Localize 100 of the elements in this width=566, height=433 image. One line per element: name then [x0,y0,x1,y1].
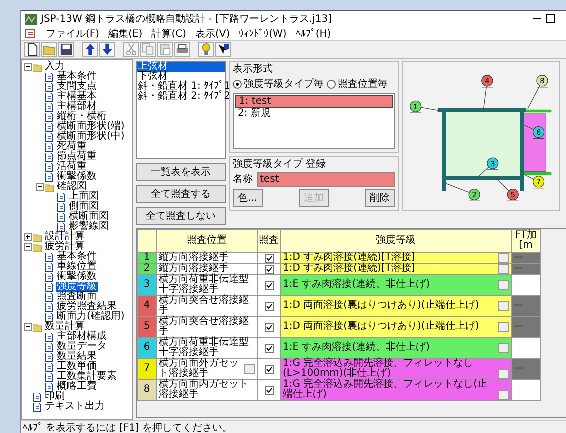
grade-text: 1:E すみ肉溶接(連続、非仕上げ) [283,343,432,353]
checkbox[interactable] [264,364,274,374]
checkbox[interactable] [264,344,274,352]
tree-item[interactable]: 横断面図 [68,212,110,222]
page-icon [45,162,54,172]
up-arrow-button[interactable] [82,42,98,57]
page-icon [45,382,54,392]
tree-item[interactable]: 疲労計算 [44,242,86,252]
tree-item[interactable]: 疲労照査結果 [56,302,118,312]
collapse-icon[interactable] [24,243,32,251]
tree-item[interactable]: 衝撃係数 [56,272,98,282]
register-button[interactable]: 色... [233,189,263,207]
tree-item[interactable]: 数量計算 [44,322,86,332]
member-item[interactable]: 上弦材 [137,62,225,72]
tree-item[interactable]: 入力 [44,62,66,72]
checkbox[interactable] [264,264,274,274]
checkbox[interactable] [264,386,274,394]
print-button[interactable] [174,42,190,57]
page-icon [45,372,54,382]
tree-item[interactable]: 数量データ [56,342,108,352]
grade-type-item[interactable]: 2: 新規 [235,108,393,119]
tree-item[interactable]: 設計計算 [44,232,86,242]
member-item[interactable]: 下弦材 [137,72,225,82]
checkbox[interactable] [264,254,274,262]
register-button[interactable]: 削除 [364,189,395,207]
page-icon [45,282,54,292]
position-text: 横方向突合せ溶接継手 [159,296,250,316]
menu-item[interactable]: 計算(C) [152,26,186,40]
save-button[interactable] [58,42,74,57]
new-file-button[interactable] [24,42,40,57]
folder-icon [33,322,42,332]
tree-item[interactable]: 主構部材 [56,102,98,112]
grade-type-item[interactable]: 1: test [235,95,393,108]
page-icon [45,252,54,262]
tree-item[interactable]: 印刷 [44,392,66,402]
help-button[interactable] [215,42,231,57]
tree-item[interactable]: 活荷重 [56,162,88,172]
page-icon [45,152,54,162]
page-icon [57,202,66,212]
tree-item[interactable]: 基本条件 [56,72,98,82]
folder-icon [45,182,54,192]
marker-cell: 3 [138,274,156,296]
tree-item[interactable]: 確認図 [56,182,88,192]
menu-item[interactable]: ファイル(F) [46,26,100,40]
menu-item[interactable]: 表示(V) [195,26,230,40]
maximize-icon[interactable] [546,14,556,24]
action-button[interactable]: 全て照査する [136,185,226,203]
checkbox[interactable] [264,280,274,290]
tree-item[interactable]: 主構基本 [56,92,98,102]
tree-item[interactable]: テキスト出力 [44,402,106,412]
radio-option[interactable]: 強度等級タイプ毎 [233,77,324,91]
tree-item[interactable]: 衝撃係数 [56,172,98,182]
position-text: 横方向面内ガセット溶接継手 [159,380,250,400]
position-text: 縦方向溶接継手 [159,253,230,263]
down-arrow-button[interactable] [99,42,115,57]
tree-item[interactable]: 工数集計要素 [56,372,118,382]
tree-item[interactable]: 横断面形状(中) [56,132,126,142]
menu-item[interactable]: ﾍﾙﾌﾟ(H) [296,28,332,40]
checkbox[interactable] [264,322,274,332]
expand-icon[interactable] [24,233,32,241]
action-button[interactable]: 一覧表を表示 [136,163,226,181]
tree-item[interactable]: 縦桁・横桁 [56,112,108,122]
radio-option[interactable]: 照査位置毎 [327,77,388,91]
position-text: 横方向荷重非伝達型十字溶接継手 [159,275,250,295]
menu-item[interactable]: 編集(E) [108,26,143,40]
tree-item[interactable]: 断面力(確認用) [56,312,126,322]
lightbulb-button[interactable] [198,42,214,57]
tree-item[interactable]: 車線位置 [56,262,98,272]
cut-button[interactable] [123,42,139,57]
table-cell: — [512,296,540,316]
tree-item[interactable]: 照査断面 [56,292,98,302]
grade-text: 1:E すみ肉溶接(連続、非仕上げ) [283,280,432,290]
tree-item[interactable]: 横断面形状(端) [56,122,126,132]
page-icon [45,172,54,182]
marker-callout: 6 [524,124,545,140]
position-text: 縦方向溶接継手 [159,264,229,274]
tree-item[interactable]: 主部材構成 [56,332,108,342]
page-icon [45,302,54,312]
grade-text: 1:G 完全溶込み開先溶接、フィレットなし(L>100mm)(非仕上げ) [283,359,475,379]
menu-item[interactable]: ｳｨﾝﾄﾞｳ(W) [239,28,287,40]
marker-callout: 7 [524,174,545,189]
name-field[interactable]: test [257,172,395,187]
marker-cell: 7 [138,358,156,380]
collapse-icon[interactable] [24,323,32,331]
tree-item[interactable]: 数量結果 [56,352,98,362]
page-icon [57,192,66,202]
status-text: ﾍﾙﾌﾟ を表示するには [F1] を押してください。 [23,422,232,433]
tree-item[interactable]: 概略工費 [56,382,98,392]
tree-item[interactable]: 工数単価 [56,362,98,372]
tree-item[interactable]: 側面図 [68,202,100,212]
checkbox[interactable] [264,302,274,310]
tree-item[interactable]: 影響線図 [68,222,110,232]
tree-item[interactable]: 基本条件 [56,252,98,262]
collapse-icon[interactable] [24,63,32,71]
tree-item[interactable]: 節点荷重 [56,152,98,162]
action-button[interactable]: 全て照査しない [136,207,226,225]
collapse-icon[interactable] [36,183,44,191]
tree-item[interactable]: 支間支点 [56,82,98,92]
tree-item[interactable]: 死荷重 [56,142,88,152]
tree-item[interactable]: 上面図 [68,192,100,202]
